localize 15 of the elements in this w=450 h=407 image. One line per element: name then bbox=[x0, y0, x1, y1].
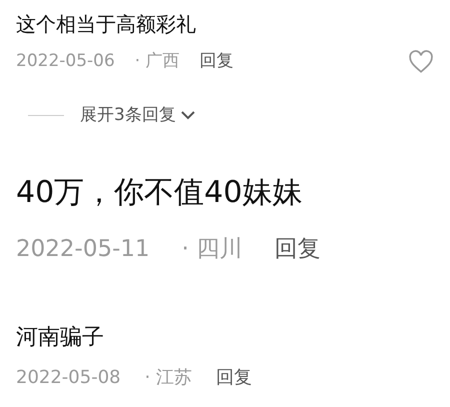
comment-text: 这个相当于高额彩礼 bbox=[16, 12, 197, 37]
comment-region: · 四川 bbox=[182, 234, 242, 264]
reply-link[interactable]: 回复 bbox=[200, 49, 234, 74]
comment-region: · 广西 bbox=[134, 50, 180, 73]
comment-date: 2022-05-06 bbox=[16, 50, 115, 73]
comment-text: 河南骗子 bbox=[16, 324, 105, 352]
expand-replies-button[interactable]: 展开3条回复 bbox=[80, 102, 196, 128]
heart-icon[interactable] bbox=[408, 50, 434, 74]
comment-date: 2022-05-11 bbox=[16, 234, 150, 264]
comment-date: 2022-05-08 bbox=[16, 366, 121, 390]
comment-text: 40万，你不值40妹妹 bbox=[16, 174, 304, 212]
reply-link[interactable]: 回复 bbox=[216, 364, 252, 390]
chevron-down-icon bbox=[180, 110, 196, 120]
comment-region: · 江苏 bbox=[144, 366, 192, 390]
reply-link[interactable]: 回复 bbox=[274, 232, 320, 266]
